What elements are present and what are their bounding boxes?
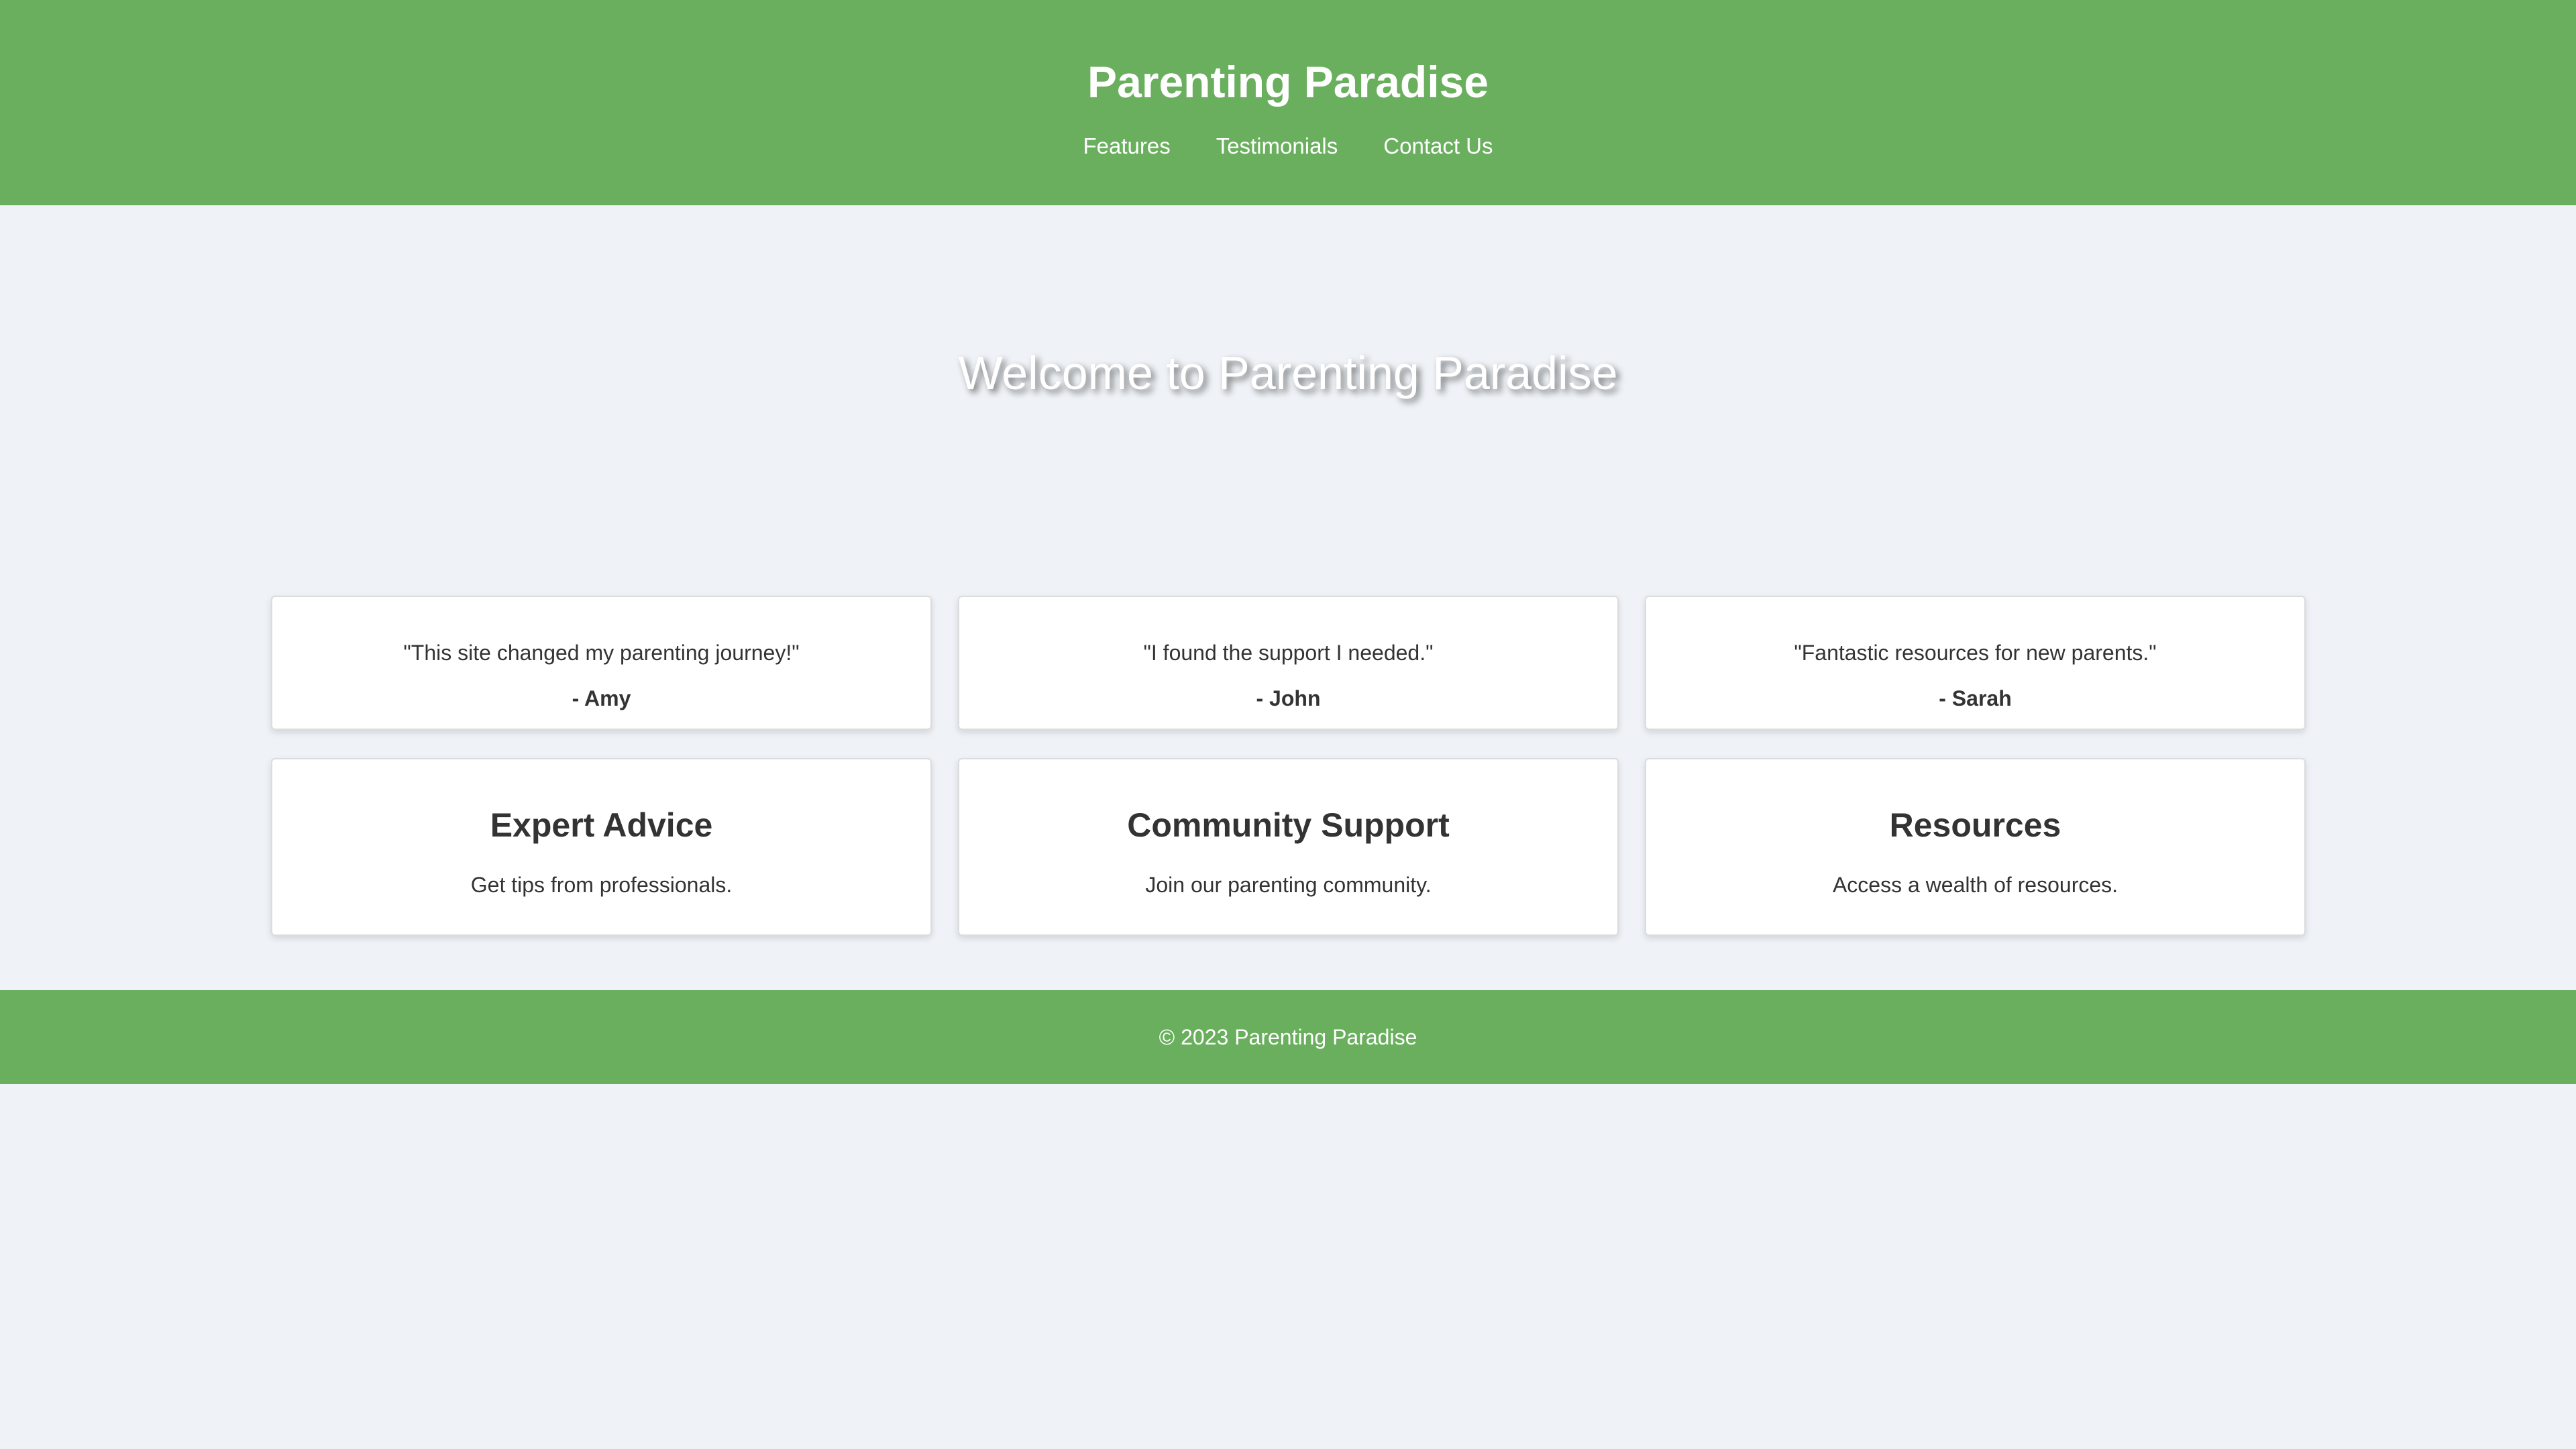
feature-description: Get tips from professionals. <box>470 873 733 897</box>
testimonial-card-amy: "This site changed my parenting journey!… <box>271 596 932 730</box>
testimonial-quote: "This site changed my parenting journey!… <box>403 641 800 665</box>
nav-link-features[interactable]: Features <box>1083 130 1170 162</box>
testimonial-author: - John <box>1256 686 1321 710</box>
feature-title: Expert Advice <box>490 806 713 844</box>
hero-section: Welcome to Parenting Paradise <box>0 205 2576 594</box>
footer-copyright: © 2023 Parenting Paradise <box>1159 1025 1417 1049</box>
nav-link-contact-us[interactable]: Contact Us <box>1383 130 1493 162</box>
site-header: Parenting Paradise Features Testimonials… <box>0 0 2576 205</box>
site-title: Parenting Paradise <box>1087 57 1489 107</box>
feature-card-resources: Resources Access a wealth of resources. <box>1645 758 2306 936</box>
testimonial-quote: "I found the support I needed." <box>1143 641 1434 665</box>
feature-card-expert-advice: Expert Advice Get tips from professional… <box>271 758 932 936</box>
testimonial-author: - Sarah <box>1939 686 2012 710</box>
site-footer: © 2023 Parenting Paradise <box>0 990 2576 1084</box>
feature-description: Join our parenting community. <box>1145 873 1432 897</box>
main-nav: Features Testimonials Contact Us <box>0 130 2576 162</box>
testimonial-card-john: "I found the support I needed." - John <box>958 596 1619 730</box>
hero-heading: Welcome to Parenting Paradise <box>958 347 1618 399</box>
nav-link-testimonials[interactable]: Testimonials <box>1216 130 1338 162</box>
feature-title: Resources <box>1889 806 2061 844</box>
feature-title: Community Support <box>1127 806 1450 844</box>
feature-card-community-support: Community Support Join our parenting com… <box>958 758 1619 936</box>
testimonial-quote: "Fantastic resources for new parents." <box>1794 641 2157 665</box>
feature-description: Access a wealth of resources. <box>1832 873 2118 897</box>
testimonial-author: - Amy <box>572 686 631 710</box>
testimonial-card-sarah: "Fantastic resources for new parents." -… <box>1645 596 2306 730</box>
